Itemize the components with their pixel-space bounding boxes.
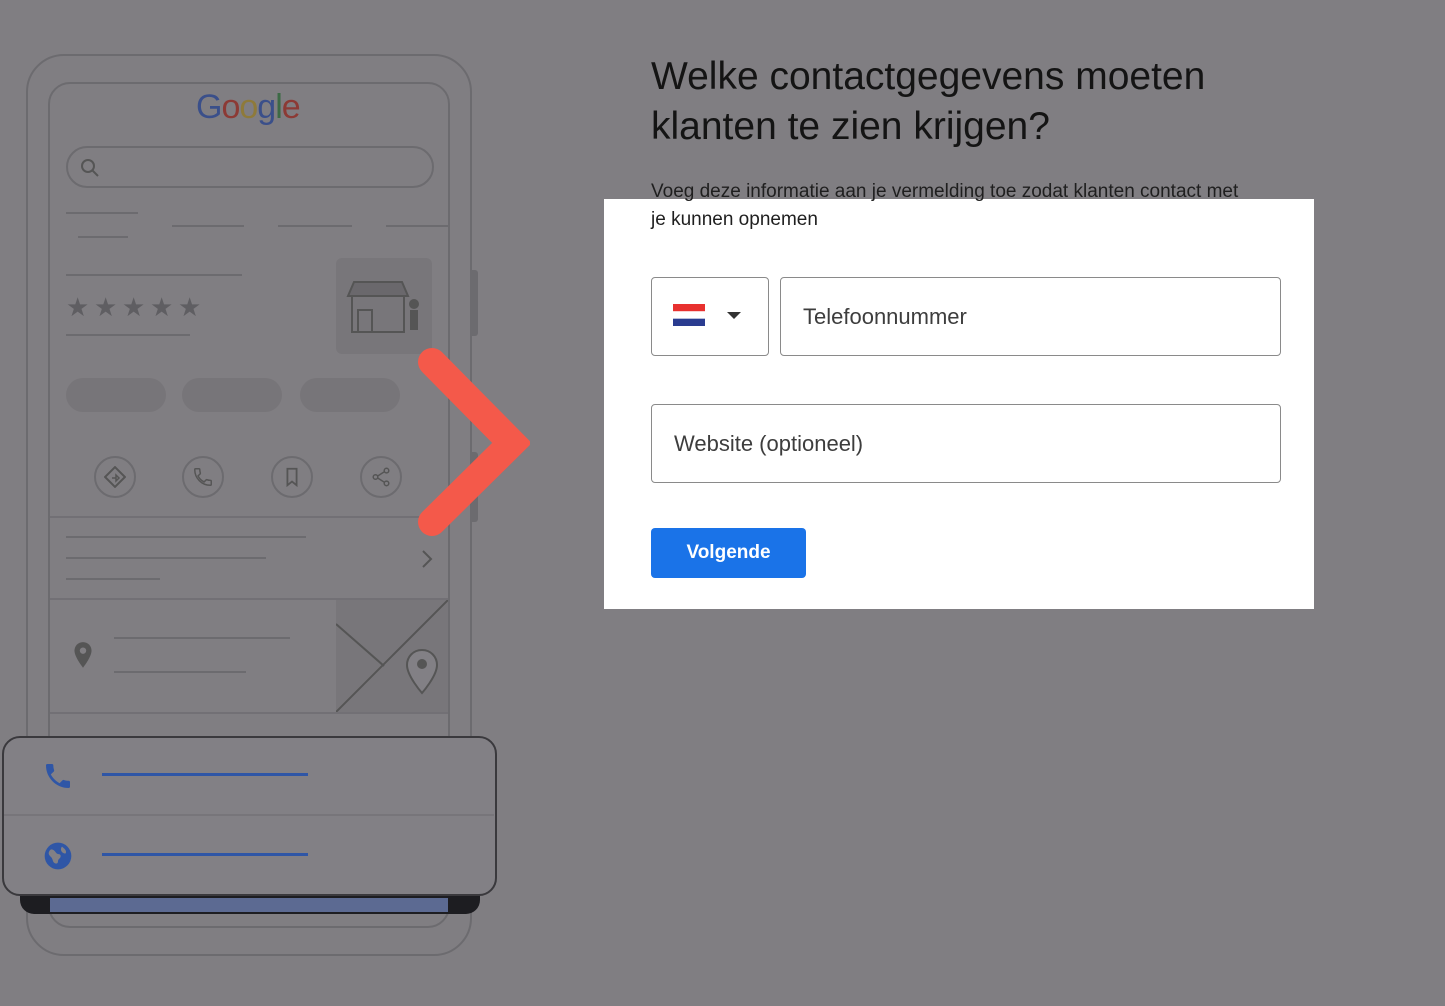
tab-underline bbox=[66, 212, 138, 214]
placeholder-line bbox=[66, 557, 266, 559]
placeholder-line bbox=[66, 334, 190, 336]
page-title: Welke contactgegevens moeten klanten te … bbox=[651, 55, 1206, 148]
page-description: Voeg deze informatie aan je vermelding t… bbox=[651, 178, 1311, 234]
dropdown-caret-icon[interactable] bbox=[727, 312, 741, 319]
placeholder-line bbox=[114, 671, 246, 673]
star-icon: ★ bbox=[94, 292, 118, 322]
star-icon: ★ bbox=[122, 292, 146, 322]
star-icon: ★ bbox=[178, 292, 202, 322]
description-line: je kunnen opnemen bbox=[651, 209, 818, 230]
phone-number-input[interactable] bbox=[780, 277, 1281, 356]
google-logo: Google bbox=[196, 88, 301, 127]
logo-letter: o bbox=[221, 88, 240, 126]
contact-info-card bbox=[2, 736, 497, 896]
map-pin-icon bbox=[74, 642, 92, 668]
tab-indicator bbox=[78, 236, 128, 238]
star-icon: ★ bbox=[150, 292, 174, 322]
tab-line bbox=[172, 225, 244, 227]
phone-icon bbox=[46, 764, 70, 788]
netherlands-flag-icon bbox=[673, 304, 705, 326]
illustration-search-bar bbox=[66, 146, 434, 188]
phone-side-button bbox=[472, 270, 478, 336]
description-line: Voeg deze informatie aan je vermelding t… bbox=[651, 181, 1239, 202]
search-icon bbox=[81, 159, 99, 177]
placeholder-line bbox=[66, 536, 306, 538]
chevron-right-icon bbox=[422, 550, 433, 568]
phone-number-placeholder bbox=[102, 773, 308, 776]
tab-line bbox=[386, 225, 448, 227]
star-icon: ★ bbox=[66, 292, 90, 322]
logo-letter: g bbox=[257, 88, 276, 126]
placeholder-line bbox=[66, 578, 160, 580]
divider bbox=[50, 712, 448, 714]
arrow-icon bbox=[81, 348, 530, 536]
card-bottom-bar bbox=[50, 898, 448, 912]
next-button[interactable]: Volgende bbox=[651, 528, 806, 578]
website-placeholder bbox=[102, 853, 308, 856]
logo-letter: G bbox=[196, 88, 222, 126]
map-thumbnail bbox=[336, 600, 448, 712]
logo-letter: o bbox=[239, 88, 258, 126]
divider bbox=[4, 814, 494, 816]
placeholder-line bbox=[114, 637, 290, 639]
business-thumbnail bbox=[336, 258, 432, 354]
store-icon bbox=[346, 281, 419, 333]
tab-line bbox=[278, 225, 352, 227]
logo-letter: e bbox=[281, 88, 301, 126]
website-input[interactable] bbox=[651, 404, 1281, 483]
country-code-select[interactable] bbox=[651, 277, 769, 356]
globe-icon bbox=[44, 842, 72, 870]
placeholder-line bbox=[66, 274, 242, 276]
